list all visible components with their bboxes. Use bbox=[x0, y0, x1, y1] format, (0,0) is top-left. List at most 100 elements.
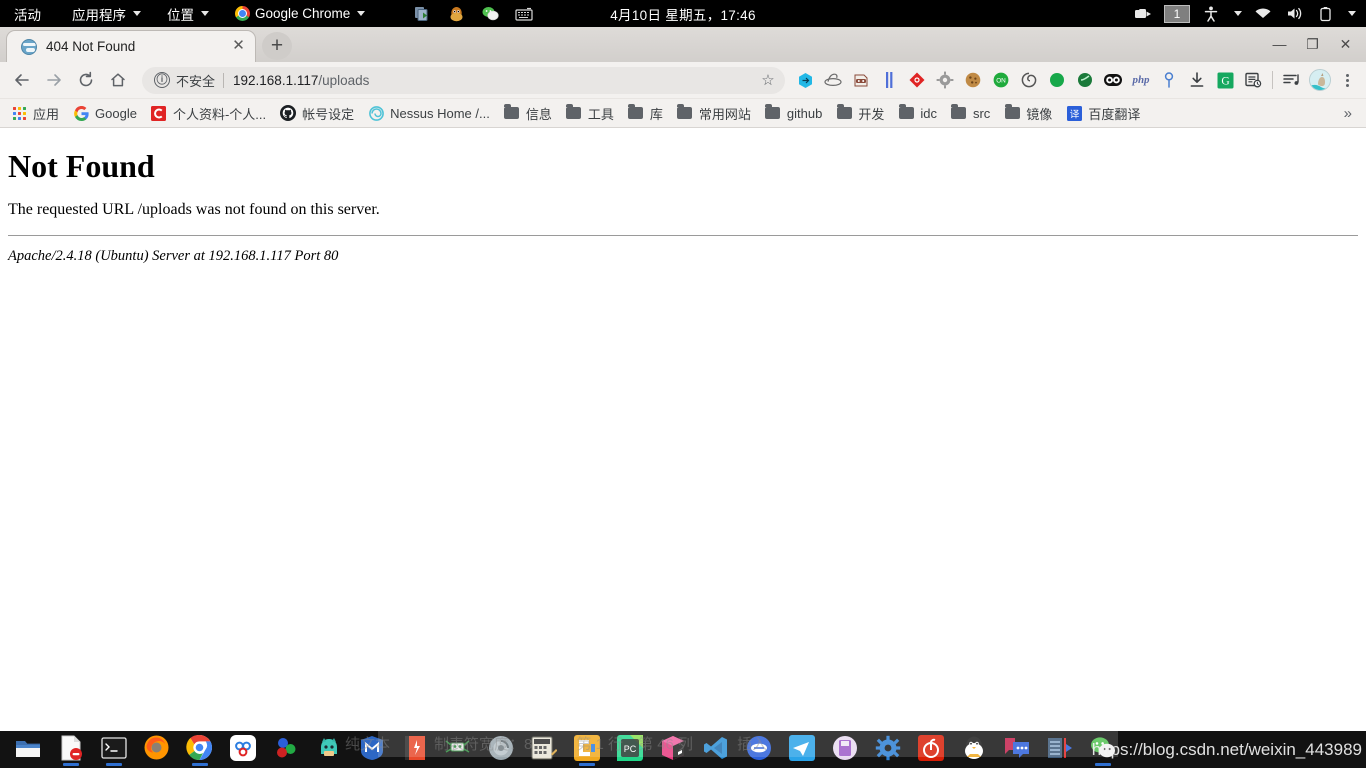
bookmark-apps[interactable]: 应用 bbox=[4, 101, 66, 126]
bookmark-folder-kaifa[interactable]: 开发 bbox=[829, 101, 891, 126]
close-icon[interactable]: ✕ bbox=[230, 38, 247, 55]
dock-item-terminal[interactable] bbox=[92, 731, 135, 768]
bookmark-folder-changyongwangzhan[interactable]: 常用网站 bbox=[670, 101, 758, 126]
ext-cookie-icon[interactable] bbox=[959, 65, 987, 95]
bookmark-nessus[interactable]: Nessus Home /... bbox=[361, 102, 497, 124]
bookmark-folder-src[interactable]: src bbox=[944, 102, 997, 124]
reload-button[interactable] bbox=[70, 65, 102, 95]
dock-item-audio-editor[interactable] bbox=[1038, 731, 1081, 768]
chrome-menu-button[interactable] bbox=[1334, 73, 1360, 87]
home-button[interactable] bbox=[102, 65, 134, 95]
ext-hat-icon[interactable] bbox=[819, 65, 847, 95]
dock-item-firefox[interactable] bbox=[135, 731, 178, 768]
dock-item-document[interactable] bbox=[49, 731, 92, 768]
bookmark-folder-xinxi[interactable]: 信息 bbox=[497, 101, 559, 126]
bookmark-google[interactable]: Google bbox=[66, 102, 144, 124]
ext-bandit-icon[interactable] bbox=[847, 65, 875, 95]
accessibility-icon[interactable] bbox=[1201, 5, 1221, 23]
dock-item-qq[interactable] bbox=[952, 731, 995, 768]
dock-item-disc[interactable] bbox=[479, 731, 522, 768]
dock-item-vscode[interactable] bbox=[694, 731, 737, 768]
dock-item-chrome[interactable] bbox=[178, 731, 221, 768]
dock-item-wechat[interactable] bbox=[1081, 731, 1124, 768]
bookmarks-overflow-button[interactable]: » bbox=[1334, 105, 1362, 122]
ext-reading-list-icon[interactable] bbox=[1239, 65, 1267, 95]
bookmark-folder-jingxiang[interactable]: 镜像 bbox=[997, 101, 1059, 126]
ext-spiral-icon[interactable] bbox=[1015, 65, 1043, 95]
input-method-icon[interactable] bbox=[514, 5, 534, 23]
workspace-indicator[interactable]: 1 bbox=[1164, 4, 1190, 23]
page-body-text: The requested URL /uploads was not found… bbox=[8, 201, 380, 218]
chevron-down-icon[interactable] bbox=[1234, 11, 1242, 16]
bookmark-label: Google bbox=[95, 105, 137, 121]
bookmark-github[interactable]: 帐号设定 bbox=[273, 101, 361, 126]
bookmark-folder-gongju[interactable]: 工具 bbox=[559, 101, 621, 126]
ext-php-icon[interactable]: php bbox=[1127, 65, 1155, 95]
settings-gear-icon bbox=[874, 734, 901, 761]
ext-green-dot-icon[interactable] bbox=[1043, 65, 1071, 95]
qq-penguin-icon[interactable] bbox=[446, 5, 466, 23]
ext-grammarly-icon[interactable]: G bbox=[1211, 65, 1239, 95]
places-menu[interactable]: 位置 bbox=[154, 0, 222, 27]
screen-record-icon[interactable] bbox=[1133, 5, 1153, 23]
new-tab-button[interactable]: + bbox=[262, 32, 292, 60]
dock-item-telegram[interactable] bbox=[780, 731, 823, 768]
app-menu-chrome[interactable]: Google Chrome bbox=[222, 0, 378, 27]
bookmark-folder-github[interactable]: github bbox=[758, 102, 829, 124]
dock-item-calculator[interactable] bbox=[522, 731, 565, 768]
ext-blue-cube-icon[interactable] bbox=[791, 65, 819, 95]
wifi-icon[interactable] bbox=[1253, 5, 1273, 23]
close-button[interactable]: ✕ bbox=[1329, 31, 1362, 57]
dock-item-cube[interactable] bbox=[651, 731, 694, 768]
bookmark-folder-ku[interactable]: 库 bbox=[621, 101, 670, 126]
minimize-button[interactable]: — bbox=[1263, 31, 1296, 57]
tab-404-not-found[interactable]: 404 Not Found ✕ bbox=[6, 30, 256, 62]
dock-item-netease-music[interactable] bbox=[909, 731, 952, 768]
ext-gear-icon[interactable] bbox=[931, 65, 959, 95]
bookmark-csdn[interactable]: 个人资料-个人... bbox=[144, 101, 273, 126]
bookmark-baidu-translate[interactable]: 译 百度翻译 bbox=[1059, 101, 1147, 126]
ext-panda-icon[interactable] bbox=[1099, 65, 1127, 95]
dock-item-three-circles[interactable] bbox=[264, 731, 307, 768]
forward-button[interactable] bbox=[38, 65, 70, 95]
avatar[interactable] bbox=[1306, 65, 1334, 95]
address-bar[interactable]: ⓘ 不安全 192.168.1.117 /uploads ☆ bbox=[142, 66, 785, 94]
chevron-down-icon[interactable] bbox=[1348, 11, 1356, 16]
back-button[interactable] bbox=[6, 65, 38, 95]
media-list-icon[interactable] bbox=[1278, 65, 1306, 95]
screen-share-icon[interactable] bbox=[412, 5, 432, 23]
ext-red-diamond-icon[interactable] bbox=[903, 65, 931, 95]
dock-item-spider[interactable] bbox=[436, 731, 479, 768]
dock-item-files[interactable] bbox=[6, 731, 49, 768]
purple-disk-icon bbox=[831, 734, 858, 761]
page-content: Not Found The requested URL /uploads was… bbox=[0, 128, 1366, 731]
dock-item-everything[interactable] bbox=[565, 731, 608, 768]
wechat-icon[interactable] bbox=[480, 5, 500, 23]
dock-item-baidu-netdisk[interactable] bbox=[221, 731, 264, 768]
dock-item-settings[interactable] bbox=[866, 731, 909, 768]
running-indicator bbox=[578, 763, 595, 766]
dock-item-purple-disk[interactable] bbox=[823, 731, 866, 768]
dock-item-maxthon[interactable] bbox=[350, 731, 393, 768]
dock-item-chat[interactable] bbox=[995, 731, 1038, 768]
info-icon[interactable]: ⓘ bbox=[154, 72, 170, 88]
dock-item-green-character[interactable] bbox=[307, 731, 350, 768]
ext-on-toggle-icon[interactable]: ON bbox=[987, 65, 1015, 95]
activities-button[interactable]: 活动 bbox=[0, 0, 59, 27]
maximize-button[interactable]: ❐ bbox=[1296, 31, 1329, 57]
ext-pin-icon[interactable] bbox=[1155, 65, 1183, 95]
bookmark-star-icon[interactable]: ☆ bbox=[755, 68, 781, 92]
chrome-icon bbox=[186, 734, 213, 761]
battery-icon[interactable] bbox=[1315, 5, 1335, 23]
applications-menu[interactable]: 应用程序 bbox=[59, 0, 154, 27]
ext-download-icon[interactable] bbox=[1183, 65, 1211, 95]
url-host: 192.168.1.117 bbox=[233, 72, 319, 88]
bookmark-folder-idc[interactable]: idc bbox=[891, 102, 944, 124]
dock-item-blue-circle[interactable] bbox=[737, 731, 780, 768]
bookmark-label: src bbox=[972, 105, 991, 121]
ext-green-circle-icon[interactable] bbox=[1071, 65, 1099, 95]
dock-item-red-book[interactable] bbox=[393, 731, 436, 768]
dock-item-pycharm[interactable]: PC bbox=[608, 731, 651, 768]
volume-icon[interactable] bbox=[1284, 5, 1304, 23]
ext-pause-bars-icon[interactable] bbox=[875, 65, 903, 95]
